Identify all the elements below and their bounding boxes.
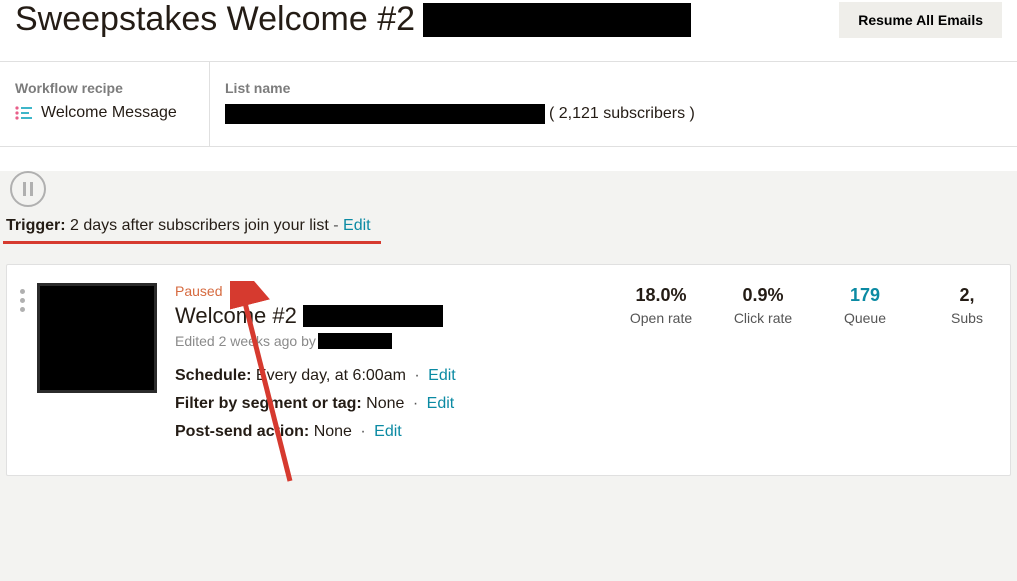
trigger-dash: - — [333, 217, 338, 234]
workflow-recipe-label: Workflow recipe — [15, 80, 194, 96]
page-title-text: Sweepstakes Welcome #2 — [15, 0, 415, 39]
stat-open-rate: 18.0% Open rate — [626, 285, 696, 451]
dot: · — [360, 423, 365, 440]
postsend-label: Post-send action: — [175, 423, 309, 440]
redacted-list-name — [225, 104, 545, 124]
stat-queue[interactable]: 179 Queue — [830, 285, 900, 451]
subs-value: 2, — [932, 285, 1002, 306]
workflow-recipe-value: Welcome Message — [15, 104, 194, 122]
redacted-title-suffix — [423, 3, 691, 37]
filter-edit-link[interactable]: Edit — [427, 395, 455, 412]
resume-all-emails-button[interactable]: Resume All Emails — [839, 2, 1002, 38]
redacted-email-suffix — [303, 305, 443, 327]
edited-text: Edited 2 weeks ago by — [175, 333, 316, 349]
meta-row: Workflow recipe Welcome Message List nam… — [0, 61, 1017, 147]
stat-subscribers: 2, Subs — [932, 285, 1002, 451]
open-rate-label: Open rate — [626, 310, 696, 326]
workflow-body: Trigger: 2 days after subscribers join y… — [0, 171, 1017, 581]
postsend-edit-link[interactable]: Edit — [374, 423, 402, 440]
open-rate-value: 18.0% — [626, 285, 696, 306]
workflow-recipe-cell: Workflow recipe Welcome Message — [0, 62, 210, 146]
trigger-text: 2 days after subscribers join your list — [70, 217, 329, 234]
click-rate-value: 0.9% — [728, 285, 798, 306]
schedule-edit-link[interactable]: Edit — [428, 367, 456, 384]
schedule-label: Schedule: — [175, 367, 251, 384]
trigger-label: Trigger: — [6, 217, 66, 234]
email-info: Paused Welcome #2 Edited 2 weeks ago by … — [175, 283, 626, 451]
email-menu-button[interactable] — [7, 283, 37, 451]
list-name-value: ( 2,121 subscribers ) — [225, 104, 695, 124]
stats-row: 18.0% Open rate 0.9% Click rate 179 Queu… — [626, 283, 1010, 451]
stat-click-rate: 0.9% Click rate — [728, 285, 798, 451]
postsend-line: Post-send action: None · Edit — [175, 423, 626, 441]
email-card: Paused Welcome #2 Edited 2 weeks ago by … — [6, 264, 1011, 476]
dot: · — [413, 395, 418, 412]
status-badge: Paused — [175, 283, 626, 299]
subscriber-count: ( 2,121 subscribers ) — [549, 105, 695, 123]
filter-line: Filter by segment or tag: None · Edit — [175, 395, 626, 413]
dot: · — [414, 367, 419, 384]
trigger-line: Trigger: 2 days after subscribers join y… — [3, 217, 381, 244]
click-rate-label: Click rate — [728, 310, 798, 326]
subs-label: Subs — [932, 310, 1002, 326]
list-icon — [15, 106, 33, 120]
workflow-recipe-text: Welcome Message — [41, 104, 177, 122]
queue-value[interactable]: 179 — [830, 285, 900, 306]
email-name: Welcome #2 — [175, 303, 626, 329]
list-name-cell: List name ( 2,121 subscribers ) — [210, 62, 710, 146]
redacted-editor — [318, 333, 392, 349]
email-name-text: Welcome #2 — [175, 303, 297, 329]
postsend-value: None — [314, 423, 352, 440]
list-name-label: List name — [225, 80, 695, 96]
trigger-edit-link[interactable]: Edit — [343, 217, 371, 234]
edited-line: Edited 2 weeks ago by — [175, 333, 626, 349]
email-thumbnail[interactable] — [37, 283, 157, 393]
filter-value: None — [366, 395, 404, 412]
filter-label: Filter by segment or tag: — [175, 395, 362, 412]
queue-label: Queue — [830, 310, 900, 326]
schedule-value: Every day, at 6:00am — [256, 367, 406, 384]
pause-icon — [10, 171, 46, 207]
schedule-line: Schedule: Every day, at 6:00am · Edit — [175, 367, 626, 385]
page-title: Sweepstakes Welcome #2 — [15, 0, 691, 39]
